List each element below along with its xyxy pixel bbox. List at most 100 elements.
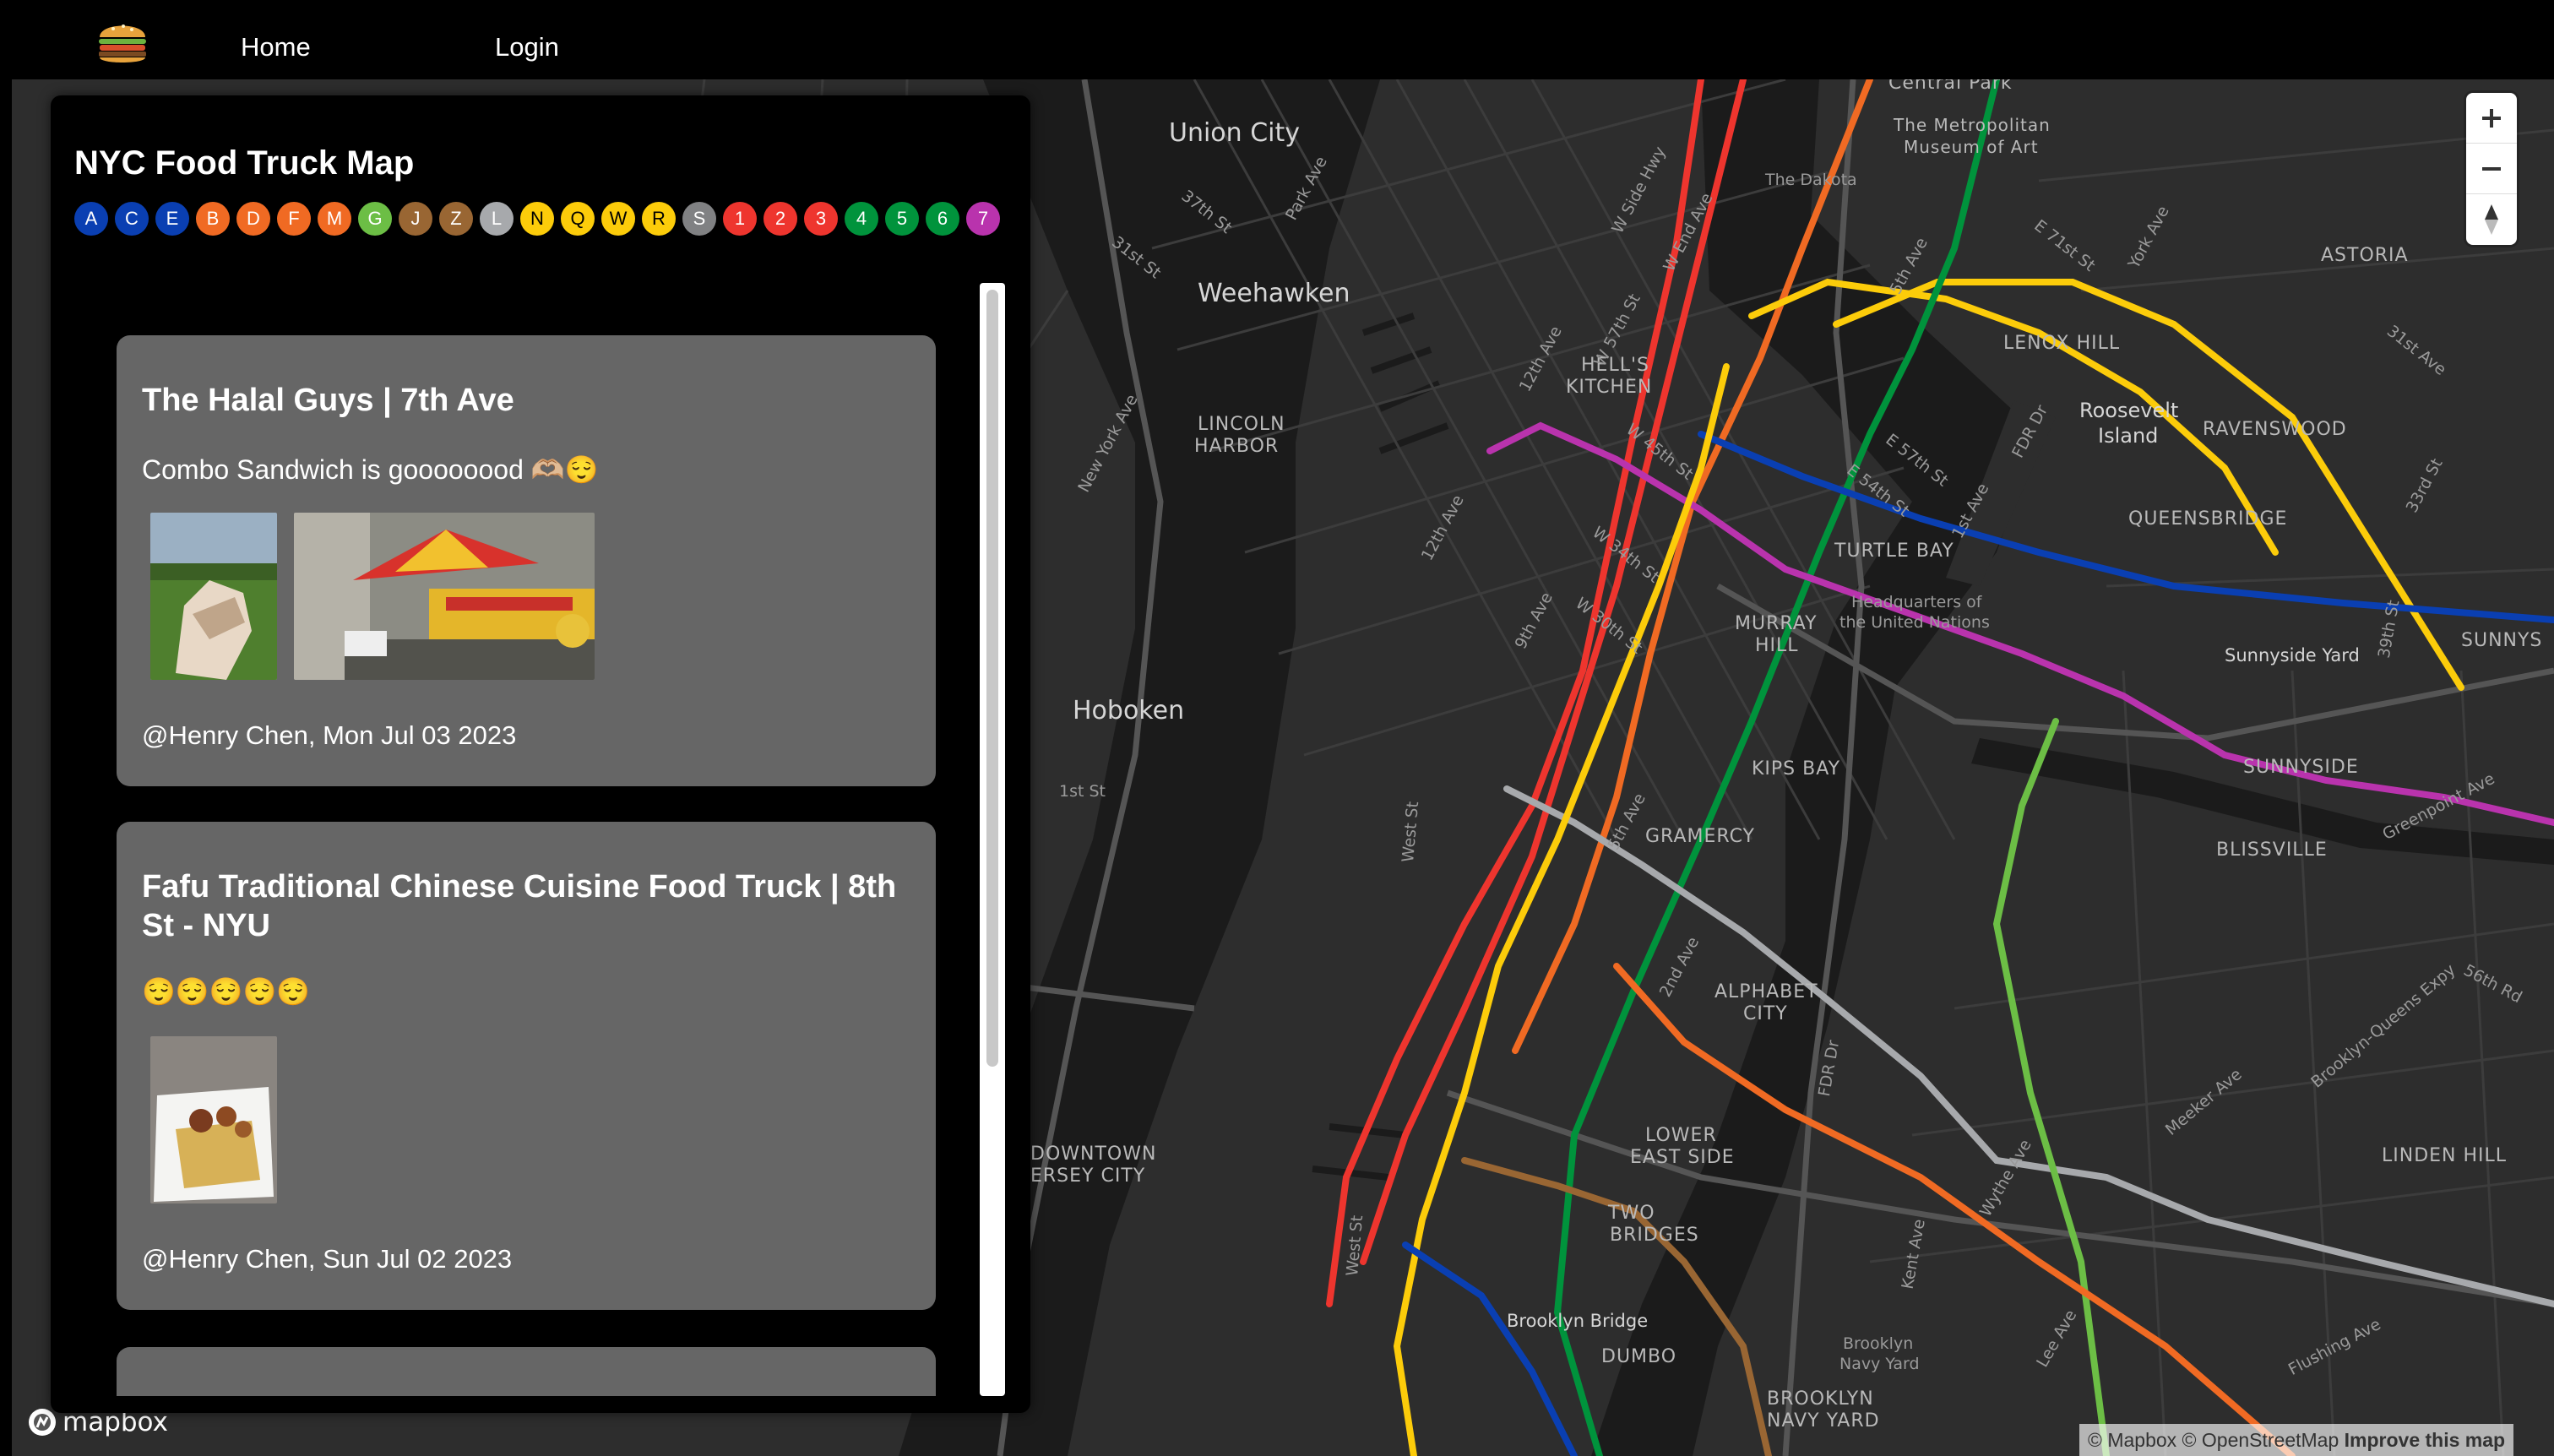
post-meta: @Henry Chen, Mon Jul 03 2023 bbox=[142, 720, 517, 750]
map-label-lincoln-1: LINCOLN bbox=[1198, 414, 1285, 435]
zoom-in-button[interactable] bbox=[2466, 93, 2517, 144]
map-label-alphabet-2: CITY bbox=[1743, 1003, 1788, 1024]
map-label-brooklyn-bridge: Brooklyn Bridge bbox=[1507, 1311, 1649, 1331]
map-label-1st-st: 1st St bbox=[1059, 782, 1106, 801]
line-filter-n[interactable]: N bbox=[520, 202, 554, 236]
map-label-lenox-hill: LENOX HILL bbox=[2003, 333, 2121, 354]
mapbox-icon bbox=[29, 1409, 56, 1436]
compass-icon bbox=[2485, 204, 2498, 235]
map-label-lincoln-2: HARBOR bbox=[1194, 436, 1280, 457]
map-label-dumbo: DUMBO bbox=[1601, 1346, 1677, 1367]
line-filter-1[interactable]: 1 bbox=[723, 202, 757, 236]
map-label-central-park: Central Park bbox=[1888, 79, 2013, 94]
feed-scrollbar[interactable] bbox=[980, 283, 1005, 1396]
post-photo[interactable] bbox=[294, 513, 595, 680]
line-filter-c[interactable]: C bbox=[115, 202, 149, 236]
map-label-union-city: Union City bbox=[1169, 118, 1301, 148]
map-label-kips-bay: KIPS BAY bbox=[1752, 758, 1841, 780]
post-card[interactable] bbox=[117, 1347, 936, 1396]
map-label-two-bridges-2: BRIDGES bbox=[1610, 1225, 1699, 1246]
post-photo[interactable] bbox=[150, 513, 277, 680]
app-root: Central Park The Metropolitan Museum of … bbox=[0, 0, 2554, 1456]
map-label-les-2: EAST SIDE bbox=[1630, 1147, 1735, 1168]
post-card[interactable]: Fafu Traditional Chinese Cuisine Food Tr… bbox=[117, 822, 936, 1310]
burger-icon[interactable] bbox=[96, 17, 149, 66]
line-filter-s[interactable]: S bbox=[682, 202, 716, 236]
line-filter-g[interactable]: G bbox=[358, 202, 392, 236]
post-text: 😌😌😌😌😌 bbox=[142, 976, 311, 1007]
line-filter-e[interactable]: E bbox=[155, 202, 189, 236]
map-label-astoria: ASTORIA bbox=[2321, 245, 2409, 266]
line-filter-j[interactable]: J bbox=[399, 202, 432, 236]
line-filter-l[interactable]: L bbox=[480, 202, 514, 236]
subway-line-filters: ACEBDFMGJZLNQWRS1234567 bbox=[74, 202, 1000, 236]
map-label-hells-2: KITCHEN bbox=[1566, 377, 1653, 398]
post-photo[interactable] bbox=[150, 1036, 277, 1203]
map-label-sunnyside-yard: Sunnyside Yard bbox=[2225, 645, 2360, 666]
map-label-linden-hill: LINDEN HILL bbox=[2382, 1145, 2508, 1166]
map-label-hq-1: Headquarters of bbox=[1851, 593, 1982, 611]
post-text: Combo Sandwich is goooooood 🫶🏼😌 bbox=[142, 454, 599, 485]
feed-scrollbar-thumb[interactable] bbox=[986, 290, 998, 1067]
map-label-turtle-bay: TURTLE BAY bbox=[1834, 541, 1954, 562]
map-label-sunnyside-partial: SUNNYS bbox=[2461, 630, 2543, 651]
map-label-navy-yard-1: Brooklyn bbox=[1843, 1334, 1914, 1353]
map-attribution: © Mapbox © OpenStreetMap Improve this ma… bbox=[2079, 1424, 2514, 1456]
line-filter-a[interactable]: A bbox=[74, 202, 108, 236]
map-label-gramercy: GRAMERCY bbox=[1645, 826, 1755, 847]
line-filter-z[interactable]: Z bbox=[439, 202, 473, 236]
line-filter-3[interactable]: 3 bbox=[804, 202, 838, 236]
line-filter-r[interactable]: R bbox=[642, 202, 676, 236]
map-label-downtown-2: ERSEY CITY bbox=[1030, 1165, 1146, 1187]
map-label-two-bridges-1: TWO bbox=[1608, 1203, 1655, 1224]
map-zoom-control bbox=[2466, 93, 2517, 245]
map-label-hq-2: the United Nations bbox=[1839, 613, 1990, 632]
map-label-weehawken: Weehawken bbox=[1198, 279, 1350, 308]
line-filter-7[interactable]: 7 bbox=[966, 202, 1000, 236]
map-label-roosevelt-2: Island bbox=[2098, 424, 2159, 448]
line-filter-m[interactable]: M bbox=[318, 202, 351, 236]
map-label-bny-1: BROOKLYN bbox=[1767, 1388, 1874, 1410]
map-label-queensbridge: QUEENSBRIDGE bbox=[2128, 508, 2288, 530]
line-filter-5[interactable]: 5 bbox=[885, 202, 919, 236]
nav-login-link[interactable]: Login bbox=[495, 32, 559, 62]
line-filter-2[interactable]: 2 bbox=[763, 202, 797, 236]
line-filter-b[interactable]: B bbox=[196, 202, 230, 236]
map-label-bny-2: NAVY YARD bbox=[1767, 1410, 1880, 1432]
compass-button[interactable] bbox=[2466, 194, 2517, 245]
post-title: Fafu Traditional Chinese Cuisine Food Tr… bbox=[142, 869, 897, 943]
map-label-hoboken: Hoboken bbox=[1073, 696, 1185, 725]
map-label-met-2: Museum of Art bbox=[1904, 137, 2039, 157]
map-label-downtown-1: DOWNTOWN bbox=[1030, 1144, 1157, 1165]
line-filter-f[interactable]: F bbox=[277, 202, 311, 236]
post-meta: @Henry Chen, Sun Jul 02 2023 bbox=[142, 1244, 513, 1274]
map-label-dakota: The Dakota bbox=[1765, 171, 1857, 189]
panel-title: NYC Food Truck Map bbox=[74, 144, 415, 182]
map-label-roosevelt-1: Roosevelt bbox=[2079, 399, 2179, 422]
post-title: The Halal Guys | 7th Ave bbox=[142, 383, 514, 418]
map-label-blissville: BLISSVILLE bbox=[2216, 839, 2328, 861]
top-nav: Home Login bbox=[0, 0, 2554, 79]
map-label-ravenswood: RAVENSWOOD bbox=[2203, 419, 2347, 440]
line-filter-4[interactable]: 4 bbox=[845, 202, 878, 236]
food-truck-panel: NYC Food Truck Map ACEBDFMGJZLNQWRS12345… bbox=[51, 95, 1030, 1413]
map-label-murray-1: MURRAY bbox=[1735, 613, 1818, 634]
line-filter-w[interactable]: W bbox=[601, 202, 635, 236]
minus-icon bbox=[2482, 166, 2501, 171]
map-label-met-1: The Metropolitan bbox=[1894, 115, 2051, 135]
zoom-out-button[interactable] bbox=[2466, 144, 2517, 194]
map-label-murray-2: HILL bbox=[1755, 635, 1799, 656]
post-card[interactable]: The Halal Guys | 7th Ave Combo Sandwich … bbox=[117, 335, 936, 786]
map-label-alphabet-1: ALPHABET bbox=[1714, 981, 1818, 1002]
plus-icon bbox=[2482, 108, 2501, 128]
map-label-navy-yard-2: Navy Yard bbox=[1839, 1355, 1920, 1373]
nav-home-link[interactable]: Home bbox=[241, 32, 311, 62]
line-filter-6[interactable]: 6 bbox=[926, 202, 959, 236]
map-label-les-1: LOWER bbox=[1645, 1125, 1717, 1146]
improve-map-link[interactable]: Improve this map bbox=[2345, 1429, 2505, 1451]
map-label-sunnyside: SUNNYSIDE bbox=[2243, 757, 2359, 778]
line-filter-d[interactable]: D bbox=[236, 202, 270, 236]
attribution-text[interactable]: © Mapbox © OpenStreetMap bbox=[2088, 1429, 2339, 1451]
post-feed[interactable]: The Halal Guys | 7th Ave Combo Sandwich … bbox=[51, 281, 980, 1396]
line-filter-q[interactable]: Q bbox=[561, 202, 595, 236]
